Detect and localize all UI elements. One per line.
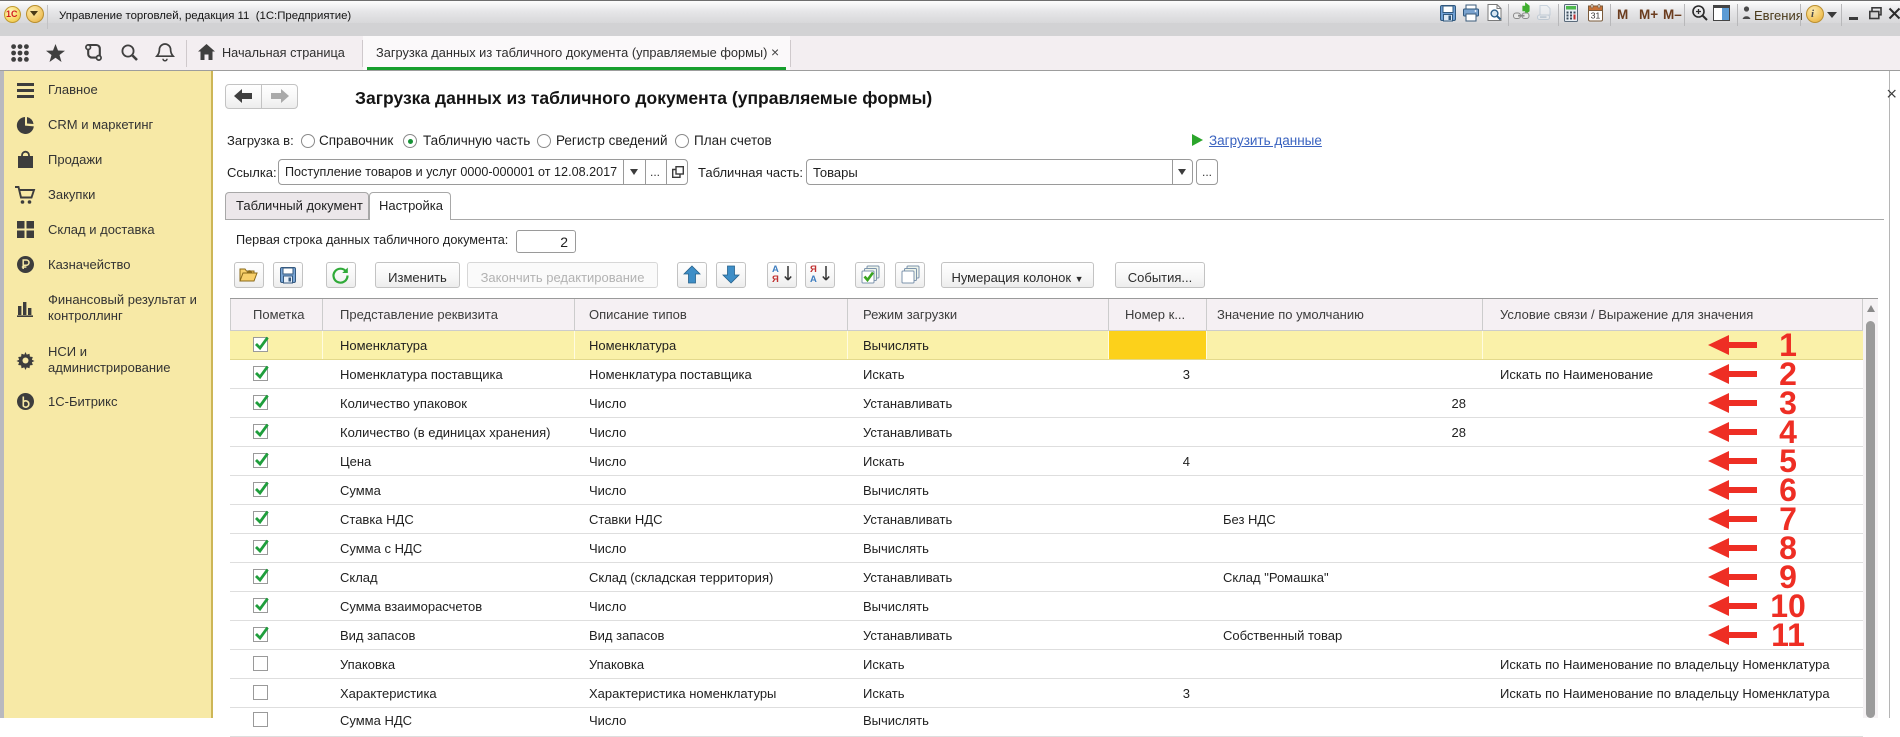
svg-text:31: 31 — [1591, 11, 1601, 21]
